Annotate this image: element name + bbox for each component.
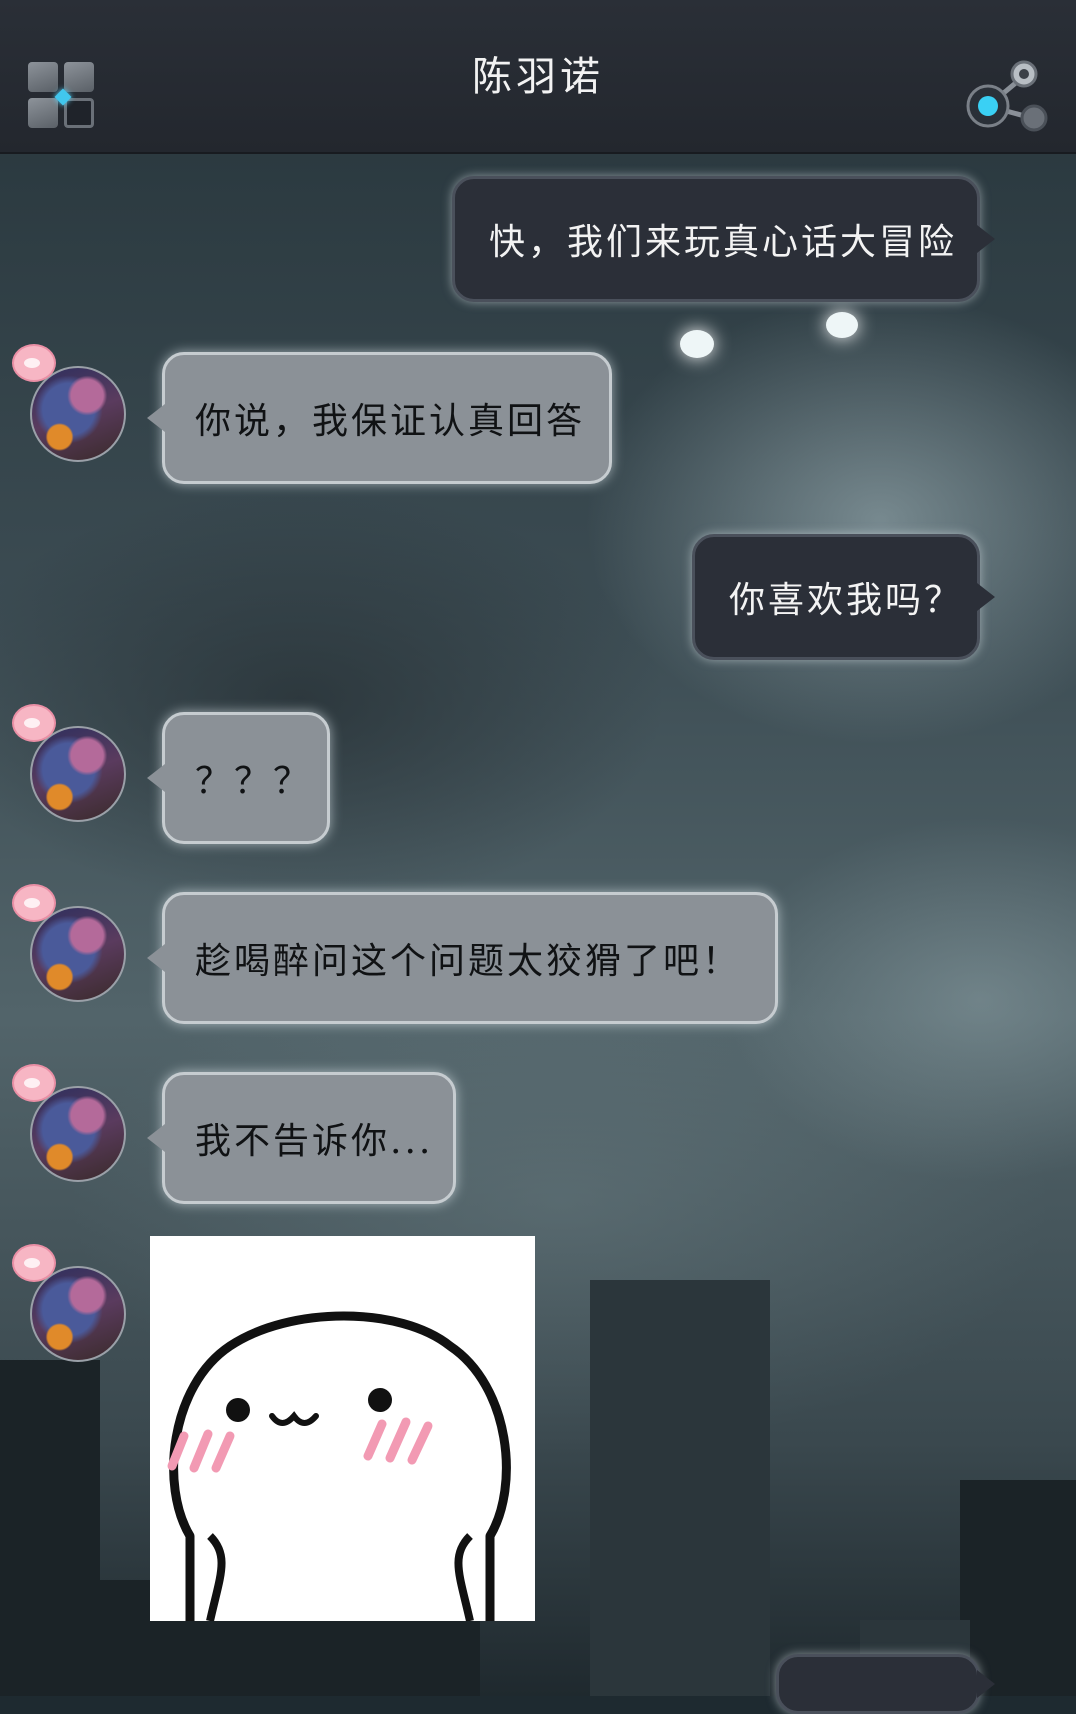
page-title: 陈羽诺 — [472, 54, 604, 100]
avatar[interactable] — [30, 366, 126, 462]
outgoing-message[interactable]: 你喜欢我吗？ — [692, 534, 995, 660]
message-text: 你喜欢我吗？ — [729, 580, 964, 621]
light-orb — [680, 330, 714, 358]
incoming-message[interactable]: 趁喝醉问这个问题太狡猾了吧！ — [147, 892, 778, 1024]
pig-badge-icon — [12, 704, 56, 742]
blushing-face-sticker[interactable] — [150, 1236, 535, 1622]
message-text: 快，我们来玩真心话大冒险 — [489, 222, 958, 263]
pig-badge-icon — [12, 1064, 56, 1102]
message-text: 你说，我保证认真回答 — [195, 401, 586, 442]
avatar[interactable] — [30, 726, 126, 822]
incoming-message[interactable]: ？？？ — [147, 712, 330, 844]
avatar[interactable] — [30, 1086, 126, 1182]
building-silhouette — [960, 1480, 1076, 1696]
message-text: 我不告诉你... — [195, 1121, 434, 1162]
pig-badge-icon — [12, 344, 56, 382]
outgoing-message-partial[interactable] — [776, 1654, 995, 1714]
pig-badge-icon — [12, 1244, 56, 1282]
share-icon[interactable] — [962, 56, 1052, 136]
outgoing-message[interactable]: 快，我们来玩真心话大冒险 — [452, 176, 995, 302]
message-text: ？？？ — [195, 761, 313, 802]
pig-badge-icon — [12, 884, 56, 922]
avatar[interactable] — [30, 906, 126, 1002]
chat-header: 陈羽诺 — [0, 0, 1076, 154]
incoming-message[interactable]: 我不告诉你... — [147, 1072, 456, 1204]
light-orb — [826, 312, 858, 338]
incoming-message[interactable]: 你说，我保证认真回答 — [147, 352, 612, 484]
avatar[interactable] — [30, 1266, 126, 1362]
building-silhouette — [590, 1280, 770, 1696]
message-text: 趁喝醉问这个问题太狡猾了吧！ — [195, 941, 742, 982]
